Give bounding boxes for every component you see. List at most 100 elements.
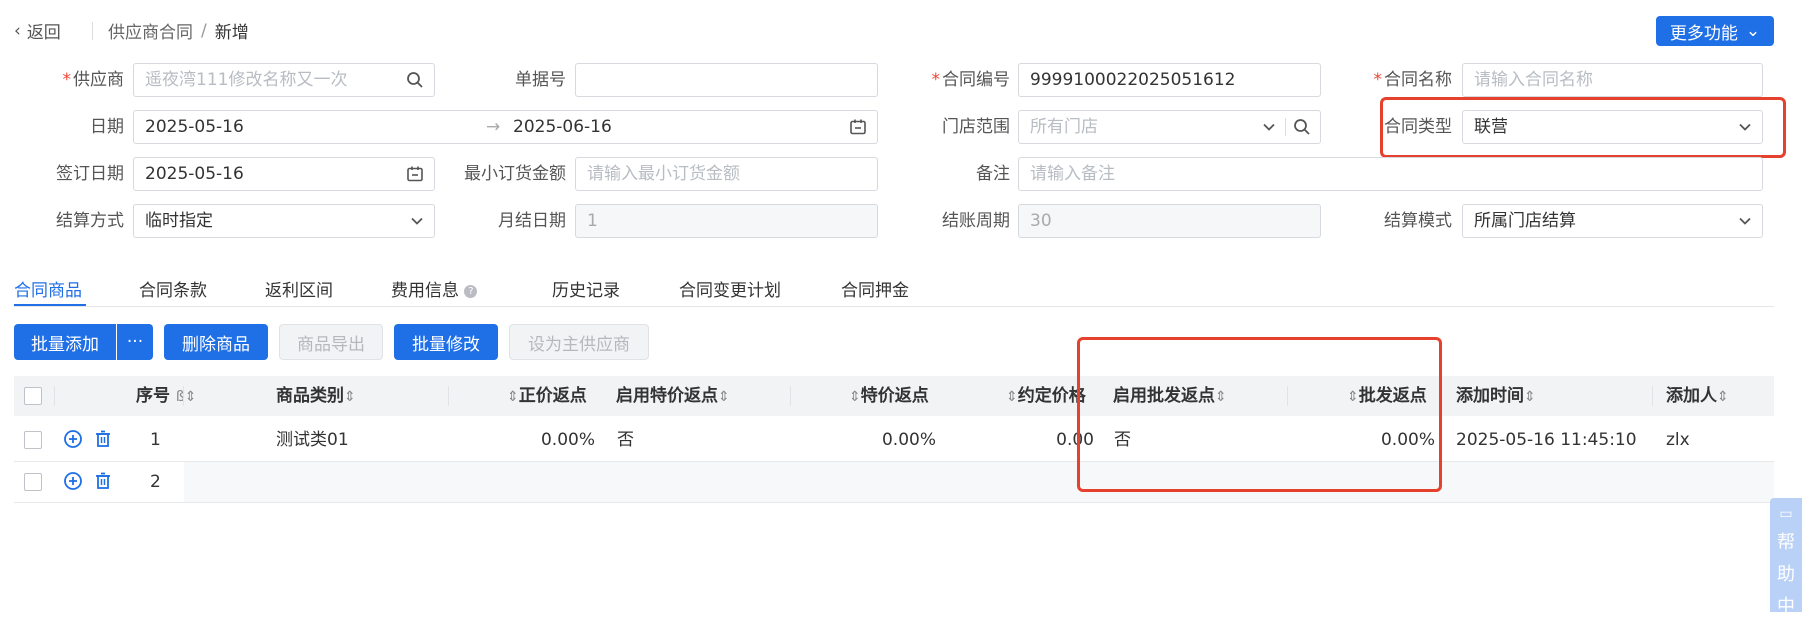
help-char: 中 [1777, 596, 1795, 617]
cell-category: 测试类01 [276, 430, 349, 450]
cell-normal-rebate: 0.00% [540, 430, 595, 450]
store-scope-placeholder: 所有门店 [1030, 117, 1098, 137]
export-goods-button[interactable]: 商品导出 [279, 324, 383, 360]
calendar-icon[interactable] [849, 111, 867, 143]
contract-name-label: * 合同名称 [1373, 70, 1453, 90]
settle-method-select[interactable]: 临时指定 [133, 204, 435, 238]
column-divider [1652, 386, 1653, 406]
breadcrumb-parent[interactable]: 供应商合同 [108, 18, 193, 43]
supplier-value: 遥夜湾111修改名称又一次 [145, 70, 348, 90]
contract-name-input[interactable]: 请输入合同名称 [1462, 63, 1763, 97]
column-divider [790, 386, 791, 406]
help-char: 帮 [1777, 532, 1795, 553]
doc-no-input[interactable] [575, 63, 878, 97]
trash-icon[interactable] [93, 429, 113, 454]
help-center-float[interactable]: ▭ 帮 助 中 [1770, 498, 1802, 617]
col-agreed-price[interactable]: ⇕约定价格 [1006, 376, 1086, 416]
billing-cycle-label: 结账周期 [942, 211, 1010, 231]
chat-icon: ▭ [1779, 506, 1793, 522]
help-char: 助 [1777, 564, 1795, 585]
batch-add-button[interactable]: 批量添加 [14, 324, 116, 360]
more-functions-label: 更多功能 [1669, 23, 1738, 44]
active-tab-indicator [14, 304, 86, 306]
row-checkbox[interactable] [24, 473, 42, 491]
min-order-input[interactable]: 请输入最小订货金额 [575, 157, 878, 191]
column-divider [183, 386, 184, 406]
doc-no-label: 单据号 [515, 70, 566, 90]
store-scope-label: 门店范围 [942, 117, 1010, 137]
cell-adder: zlx [1666, 430, 1690, 450]
delete-goods-button[interactable]: 删除商品 [164, 324, 268, 360]
cell-enable-special: 否 [617, 430, 634, 450]
tab-change-plan[interactable]: 合同变更计划 [679, 276, 781, 301]
date-range-arrow: → [486, 117, 501, 137]
search-icon[interactable] [406, 64, 424, 96]
cell-add-time: 2025-05-16 11:45:10 [1456, 430, 1637, 450]
min-order-label: 最小订货金额 [464, 164, 566, 184]
divider [92, 22, 93, 40]
tab-fee-info-label: 费用信息 [391, 281, 459, 301]
store-scope-select[interactable]: 所有门店 [1018, 110, 1321, 144]
date-range-picker[interactable]: 2025-05-16 → 2025-06-16 [133, 110, 878, 144]
row-divider [14, 502, 1774, 503]
billing-cycle-input[interactable]: 30 [1018, 204, 1321, 238]
chevron-down-icon: ⌄ [1745, 21, 1761, 41]
tab-deposit[interactable]: 合同押金 [841, 276, 909, 301]
empty-row-cells [184, 462, 1774, 502]
help-icon[interactable]: ? [464, 284, 478, 298]
col-add-time[interactable]: 添加时间⇕ [1456, 376, 1536, 416]
set-main-supplier-button[interactable]: 设为主供应商 [509, 324, 649, 360]
sign-date-value: 2025-05-16 [145, 164, 244, 184]
add-circle-icon[interactable] [63, 429, 83, 454]
calendar-icon[interactable] [406, 158, 424, 190]
batch-add-more-button[interactable]: ··· [117, 324, 153, 360]
trash-icon[interactable] [93, 471, 113, 496]
back-button[interactable]: ‹ 返回 [14, 18, 61, 44]
col-normal-rebate[interactable]: ⇕正价返点 [507, 376, 587, 416]
contract-no-input[interactable]: 9999100022025051612 [1018, 63, 1321, 97]
add-circle-icon[interactable] [63, 471, 83, 496]
settle-mode-value: 所属门店结算 [1474, 211, 1576, 231]
column-divider [54, 386, 55, 406]
supplier-field[interactable]: 遥夜湾111修改名称又一次 [133, 63, 435, 97]
contract-no-label: * 合同编号 [931, 70, 1011, 90]
col-adder[interactable]: 添加人⇕ [1666, 376, 1729, 416]
supplier-label: * 供应商 [62, 70, 125, 90]
tab-divider [14, 306, 1774, 307]
cell-seq: 1 [150, 430, 161, 450]
cell-seq: 2 [150, 472, 161, 492]
col-special-rebate[interactable]: ⇕特价返点 [849, 376, 929, 416]
tab-history[interactable]: 历史记录 [552, 276, 620, 301]
search-icon[interactable] [1293, 111, 1311, 143]
monthly-day-input[interactable]: 1 [575, 204, 878, 238]
highlight-box-contract-type [1380, 97, 1786, 158]
sign-date-label: 签订日期 [56, 164, 124, 184]
row-checkbox[interactable] [24, 431, 42, 449]
cell-special-rebate: 0.00% [881, 430, 936, 450]
select-all-checkbox[interactable] [24, 387, 42, 405]
col-enable-special[interactable]: 启用特价返点⇕ [616, 376, 730, 416]
settle-mode-label: 结算模式 [1384, 211, 1452, 231]
tab-fee-info[interactable]: 费用信息 ? [391, 276, 478, 301]
tab-contract-terms[interactable]: 合同条款 [139, 276, 207, 301]
chevron-down-icon [410, 205, 424, 237]
remark-label: 备注 [976, 164, 1010, 184]
remark-input[interactable]: 请输入备注 [1018, 157, 1763, 191]
highlight-box-wholesale-rebate [1077, 337, 1442, 492]
tab-rebate-range[interactable]: 返利区间 [265, 276, 333, 301]
chevron-down-icon [1262, 111, 1276, 143]
settle-mode-select[interactable]: 所属门店结算 [1462, 204, 1763, 238]
date-label: 日期 [90, 117, 124, 137]
date-start: 2025-05-16 [145, 117, 244, 137]
date-end: 2025-06-16 [513, 117, 612, 137]
tab-contract-goods[interactable]: 合同商品 [14, 276, 82, 301]
sign-date-picker[interactable]: 2025-05-16 [133, 157, 435, 191]
col-seq[interactable]: 序号 ß⇕ [136, 376, 196, 416]
chevron-left-icon: ‹ [14, 20, 21, 41]
more-functions-button[interactable]: 更多功能 ⌄ [1656, 16, 1774, 46]
col-category[interactable]: 商品类别⇕ [276, 376, 356, 416]
batch-edit-button[interactable]: 批量修改 [394, 324, 498, 360]
chevron-down-icon [1738, 205, 1752, 237]
column-divider [448, 386, 449, 406]
breadcrumb-separator: / [201, 20, 207, 41]
